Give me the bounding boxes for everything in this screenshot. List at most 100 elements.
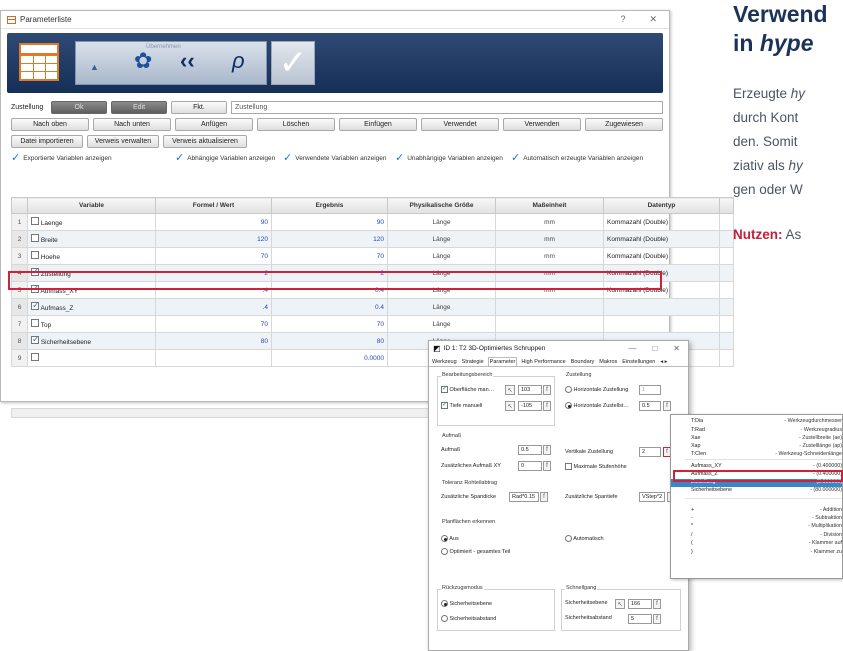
row-checkbox[interactable] [31, 319, 39, 327]
manage-reference-button[interactable]: Verweis verwalten [87, 135, 159, 148]
pick-icon[interactable]: ↖ [505, 401, 515, 411]
popup-item[interactable]: + - Addition [671, 507, 842, 515]
table-row[interactable]: 2 Breite 120 120 Länge mm Kommazahl (Double) [11, 230, 734, 248]
row-checkbox[interactable] [31, 217, 39, 225]
formula-icon[interactable]: f [540, 492, 548, 502]
col-groesse[interactable]: Physikalische Größe [387, 197, 496, 214]
edit-button[interactable]: Edit [111, 101, 167, 114]
help-button[interactable]: ? [620, 14, 625, 25]
datentyp-cell[interactable]: Kommazahl (Double) [603, 281, 720, 299]
popup-item[interactable]: Xae - Zustellbreite (ae) [671, 435, 842, 443]
variable-cell[interactable]: Breite [27, 230, 156, 248]
col-datentyp[interactable]: Datentyp [603, 197, 720, 214]
filter-used[interactable]: ✓ Verwendete Variablen anzeigen [283, 153, 395, 164]
datentyp-cell[interactable]: Kommazahl (Double) [603, 247, 720, 265]
formel-cell[interactable]: .4 [155, 298, 272, 316]
variable-cell[interactable]: Top [27, 315, 156, 333]
filter-dependent[interactable]: ✓ Abhängige Variablen anzeigen [175, 153, 283, 164]
filter-exported[interactable]: ✓ Exportierte Variablen anzeigen [11, 153, 175, 164]
delete-button[interactable]: Löschen [257, 118, 335, 131]
tab-strategie[interactable]: Strategie [461, 358, 485, 366]
use-button[interactable]: Verwenden [503, 118, 581, 131]
filter-auto[interactable]: ✓ Automatisch erzeugte Variablen anzeigen [511, 153, 661, 164]
triangle-icon[interactable]: ▲ [90, 62, 99, 72]
spantiefe-input[interactable]: VStep*2 [639, 492, 665, 502]
tiefe-option[interactable]: Tiefe manuell [441, 400, 482, 409]
tab-einstellungen[interactable]: Einstellungen [621, 358, 656, 366]
formel-cell[interactable]: 2 [155, 264, 272, 282]
popup-item[interactable]: Aufmass_Z - (0.400000) [671, 471, 842, 479]
formula-input[interactable]: Zustellung [231, 101, 663, 114]
datentyp-cell[interactable] [603, 298, 720, 316]
popup-item[interactable]: T:Dia - Werkzeugdurchmesser [671, 418, 842, 426]
spandicke-input[interactable]: Rad*0.15 [509, 492, 539, 502]
popup-item[interactable]: / - Division [671, 532, 842, 540]
table-row[interactable]: 3 Hoehe 70 70 Länge mm Kommazahl (Double) [11, 247, 734, 265]
formula-icon[interactable]: f [543, 401, 551, 411]
formel-cell[interactable]: 70 [155, 315, 272, 333]
row-checkbox[interactable] [31, 266, 40, 277]
col-formel[interactable]: Formel / Wert [155, 197, 272, 214]
einheit-cell[interactable]: mm [495, 281, 604, 299]
minimize-button[interactable]: — [628, 344, 636, 353]
popup-item[interactable]: T:Clen - Werkzeug-Schneidenlänge [671, 451, 842, 459]
close-button[interactable]: ✕ [649, 14, 657, 25]
tab-scroll-arrows[interactable]: ◂ ▸ [659, 358, 668, 366]
popup-item[interactable]: ) - Klammer zu [671, 549, 842, 557]
formula-icon[interactable]: f [663, 401, 671, 411]
tab-boundary[interactable]: Boundary [570, 358, 596, 366]
search-icon[interactable]: ρ [232, 48, 245, 74]
tiefe-input[interactable]: -105 [518, 401, 542, 411]
popup-item[interactable]: - - Subtraktion [671, 515, 842, 523]
groesse-cell[interactable]: Länge [387, 247, 496, 265]
variable-cell[interactable]: Laenge [27, 213, 156, 231]
rueckzug-abstand-option[interactable]: Sicherheitsabstand [441, 615, 496, 622]
aus-option[interactable]: Aus [441, 535, 459, 542]
variable-cell[interactable]: Aufmass_Z [27, 298, 156, 316]
row-checkbox[interactable] [31, 334, 40, 345]
schnell-ebene-input[interactable]: 166 [628, 599, 652, 609]
groesse-cell[interactable]: Länge [387, 264, 496, 282]
table-row[interactable]: 4 Zustellung22LängemmKommazahl (Double) [11, 264, 734, 282]
col-ergebnis[interactable]: Ergebnis [271, 197, 388, 214]
groesse-cell[interactable]: Länge [387, 315, 496, 333]
rueckzug-ebene-option[interactable]: Sicherheitsebene [441, 600, 492, 607]
gear-icon[interactable]: ✿ [134, 48, 152, 74]
formel-cell[interactable]: 90 [155, 213, 272, 231]
popup-item[interactable]: * - Multiplikation [671, 523, 842, 531]
aufmass-input[interactable]: 0.5 [518, 445, 542, 455]
horizontal-scrollbar[interactable] [11, 408, 481, 418]
horizontal-step-input[interactable]: 0.5 [639, 401, 661, 411]
ok-button[interactable]: Ok [51, 101, 107, 114]
einheit-cell[interactable] [495, 298, 604, 316]
variable-cell[interactable]: Zustellung [27, 264, 156, 282]
formel-cell[interactable]: .4 [155, 281, 272, 299]
einheit-cell[interactable]: mm [495, 264, 604, 282]
popup-item[interactable]: Aufmass_XY - (0.400000) [671, 463, 842, 471]
col-variable[interactable]: Variable [27, 197, 156, 214]
popup-item[interactable]: T:Rad - Werkzeugradius [671, 427, 842, 435]
maximize-button[interactable]: □ [652, 344, 657, 353]
formel-cell[interactable]: 70 [155, 247, 272, 265]
apply-check-icon[interactable]: ✓ [271, 41, 315, 85]
vertical-input[interactable]: 2 [639, 447, 661, 457]
datentyp-cell[interactable]: Kommazahl (Double) [603, 213, 720, 231]
used-button[interactable]: Verwendet [421, 118, 499, 131]
oberflaeche-input[interactable]: 103 [518, 385, 542, 395]
row-checkbox[interactable] [31, 234, 39, 242]
datentyp-cell[interactable]: Kommazahl (Double) [603, 230, 720, 248]
assigned-button[interactable]: Zugewiesen [585, 118, 663, 131]
variable-cell[interactable]: Hoehe [27, 247, 156, 265]
filter-independent[interactable]: ✓ Unabhängige Variablen anzeigen [395, 153, 511, 164]
formel-cell[interactable]: 120 [155, 230, 272, 248]
oberflaeche-option[interactable]: Oberfläche man… [441, 384, 494, 393]
groesse-cell[interactable]: Länge [387, 213, 496, 231]
horizontal-step-option[interactable]: Horizontale Zustellst… [565, 402, 629, 409]
formel-cell[interactable] [155, 349, 272, 367]
dialog-close-button[interactable]: ✕ [673, 344, 680, 353]
table-row[interactable]: 6 Aufmass_Z .40.4Länge [11, 298, 734, 316]
groesse-cell[interactable]: Länge [387, 281, 496, 299]
popup-item[interactable]: Sicherheitsebene - (80.000000) [671, 487, 842, 495]
popup-item[interactable]: Zustellung - (2.000000) [671, 479, 842, 487]
optimiert-option[interactable]: Optimiert - gesamtes Teil [441, 548, 510, 555]
